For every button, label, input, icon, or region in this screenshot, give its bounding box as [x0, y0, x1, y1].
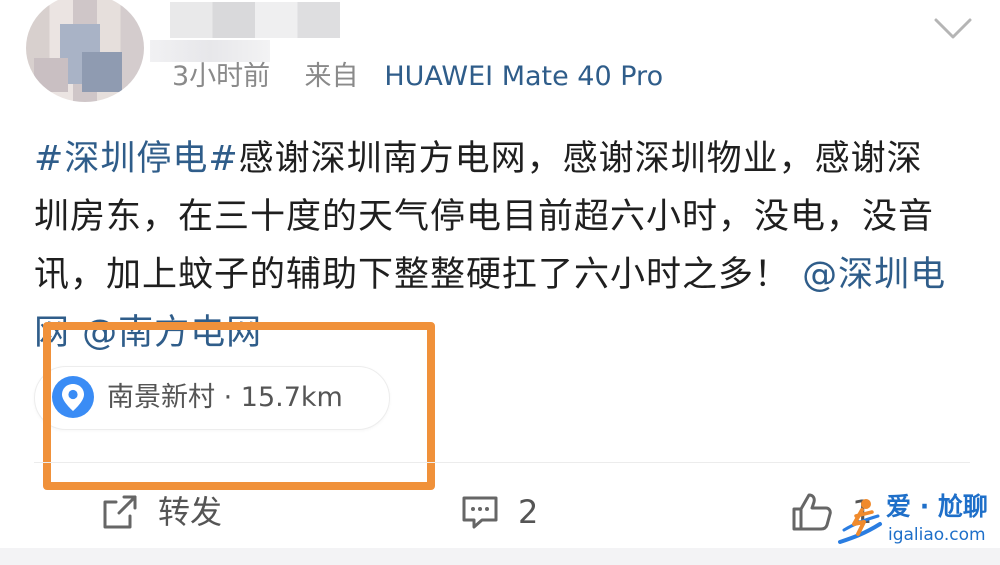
watermark-logo-icon	[838, 499, 882, 544]
repost-label: 转发	[158, 493, 223, 531]
author-name[interactable]	[170, 2, 340, 38]
post-time: 3小时前	[172, 61, 271, 92]
thumbs-up-icon	[792, 493, 832, 531]
comment-icon	[462, 496, 498, 529]
source-prefix: 来自	[304, 61, 359, 92]
chevron-down-icon[interactable]	[934, 18, 972, 40]
avatar[interactable]	[26, 0, 144, 102]
device-source[interactable]: HUAWEI Mate 40 Pro	[384, 61, 663, 92]
comment-count: 2	[518, 493, 539, 531]
divider	[34, 462, 970, 463]
watermark-site: igaliao.com	[888, 525, 986, 545]
blurred-region	[150, 40, 270, 62]
repost-button[interactable]: 转发	[100, 488, 222, 536]
watermark: 爱 · 尬聊 igaliao.com	[834, 490, 994, 554]
watermark-title: 爱 · 尬聊	[886, 492, 988, 521]
highlight-annotation	[43, 322, 435, 490]
share-icon	[103, 495, 137, 529]
hashtag-link[interactable]: #深圳停电#	[34, 139, 239, 179]
post-meta: 3小时前 来自 HUAWEI Mate 40 Pro	[172, 60, 663, 94]
comment-button[interactable]: 2	[460, 488, 538, 536]
